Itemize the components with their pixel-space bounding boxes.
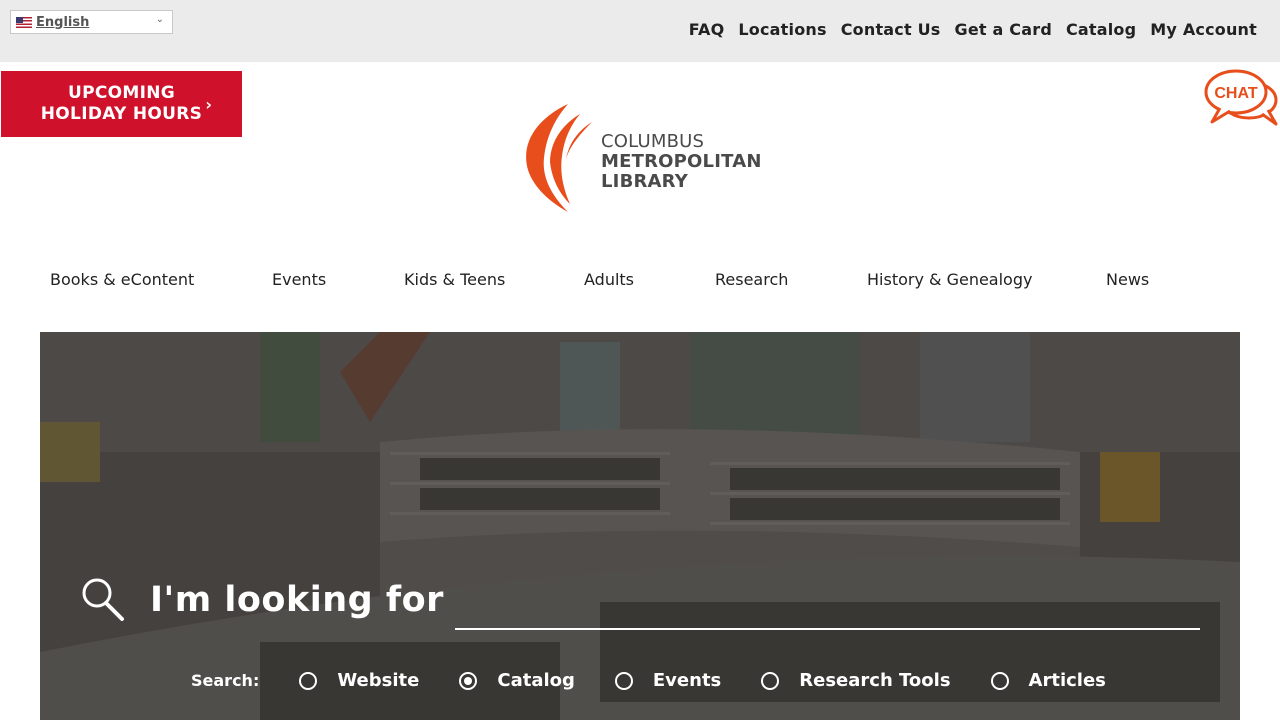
main-nav: Books & eContent Events Kids & Teens Adu… bbox=[0, 270, 1280, 296]
scope-option-articles[interactable]: Articles bbox=[990, 670, 1106, 691]
scope-option-research-tools[interactable]: Research Tools bbox=[761, 670, 951, 691]
library-logo[interactable]: COLUMBUS METROPOLITAN LIBRARY bbox=[520, 100, 770, 215]
nav-kids-teens[interactable]: Kids & Teens bbox=[404, 270, 505, 289]
search-scope-label: Search: bbox=[191, 671, 260, 690]
chat-label: CHAT bbox=[1214, 85, 1257, 102]
language-selector[interactable]: English ⌄ bbox=[10, 10, 173, 34]
utility-link-catalog[interactable]: Catalog bbox=[1066, 20, 1136, 39]
utility-link-get-a-card[interactable]: Get a Card bbox=[955, 20, 1052, 39]
nav-adults[interactable]: Adults bbox=[584, 270, 634, 289]
scope-label-research-tools: Research Tools bbox=[799, 670, 951, 691]
nav-news[interactable]: News bbox=[1106, 270, 1149, 289]
scope-label-events: Events bbox=[652, 670, 722, 691]
search-input[interactable] bbox=[455, 587, 1200, 627]
scope-option-catalog[interactable]: Catalog bbox=[459, 670, 575, 691]
radio-events[interactable] bbox=[614, 671, 633, 690]
radio-research-tools[interactable] bbox=[761, 671, 780, 690]
utility-link-locations[interactable]: Locations bbox=[738, 20, 826, 39]
search-scope-options: Search: Website Catalog Events Research … bbox=[191, 670, 1106, 691]
utility-link-my-account[interactable]: My Account bbox=[1150, 20, 1257, 39]
chat-bubble-icon: CHAT bbox=[1204, 69, 1278, 126]
radio-website[interactable] bbox=[299, 671, 318, 690]
logo-wordmark: COLUMBUS METROPOLITAN LIBRARY bbox=[601, 132, 762, 192]
radio-catalog[interactable] bbox=[459, 671, 478, 690]
utility-nav: FAQ Locations Contact Us Get a Card Cata… bbox=[689, 20, 1257, 39]
scope-option-website[interactable]: Website bbox=[299, 670, 419, 691]
search-heading: I'm looking for bbox=[150, 580, 444, 620]
library-interior-photo bbox=[40, 332, 1240, 720]
utility-link-contact-us[interactable]: Contact Us bbox=[841, 20, 941, 39]
language-label: English bbox=[36, 14, 90, 30]
holiday-hours-label: UPCOMING HOLIDAY HOURS bbox=[41, 83, 202, 125]
nav-research[interactable]: Research bbox=[715, 270, 788, 289]
nav-history-genealogy[interactable]: History & Genealogy bbox=[867, 270, 1032, 289]
chevron-down-icon: ⌄ bbox=[155, 14, 164, 25]
scope-option-events[interactable]: Events bbox=[614, 670, 722, 691]
holiday-line-1: UPCOMING bbox=[67, 83, 175, 103]
holiday-hours-button[interactable]: UPCOMING HOLIDAY HOURS › bbox=[1, 71, 242, 137]
chat-button[interactable]: CHAT bbox=[1200, 66, 1280, 128]
utility-bar: English ⌄ FAQ Locations Contact Us Get a… bbox=[0, 0, 1280, 62]
flame-logo-icon bbox=[526, 104, 592, 212]
logo-line-3: LIBRARY bbox=[601, 171, 688, 192]
scope-label-website: Website bbox=[337, 670, 420, 691]
nav-books-econtent[interactable]: Books & eContent bbox=[50, 270, 194, 289]
us-flag-icon bbox=[16, 16, 32, 28]
chevron-right-icon: › bbox=[205, 95, 212, 114]
hero-search: I'm looking for Search: Website Catalog … bbox=[40, 332, 1240, 720]
logo-line-2: METROPOLITAN bbox=[601, 151, 762, 172]
utility-link-faq[interactable]: FAQ bbox=[689, 20, 725, 39]
search-underline bbox=[455, 628, 1200, 630]
magnifier-icon bbox=[82, 578, 124, 621]
scope-label-articles: Articles bbox=[1028, 670, 1106, 691]
logo-line-1: COLUMBUS bbox=[601, 131, 705, 152]
scope-label-catalog: Catalog bbox=[497, 670, 575, 691]
holiday-line-2: HOLIDAY HOURS bbox=[40, 104, 203, 124]
radio-articles[interactable] bbox=[990, 671, 1009, 690]
nav-events[interactable]: Events bbox=[272, 270, 326, 289]
